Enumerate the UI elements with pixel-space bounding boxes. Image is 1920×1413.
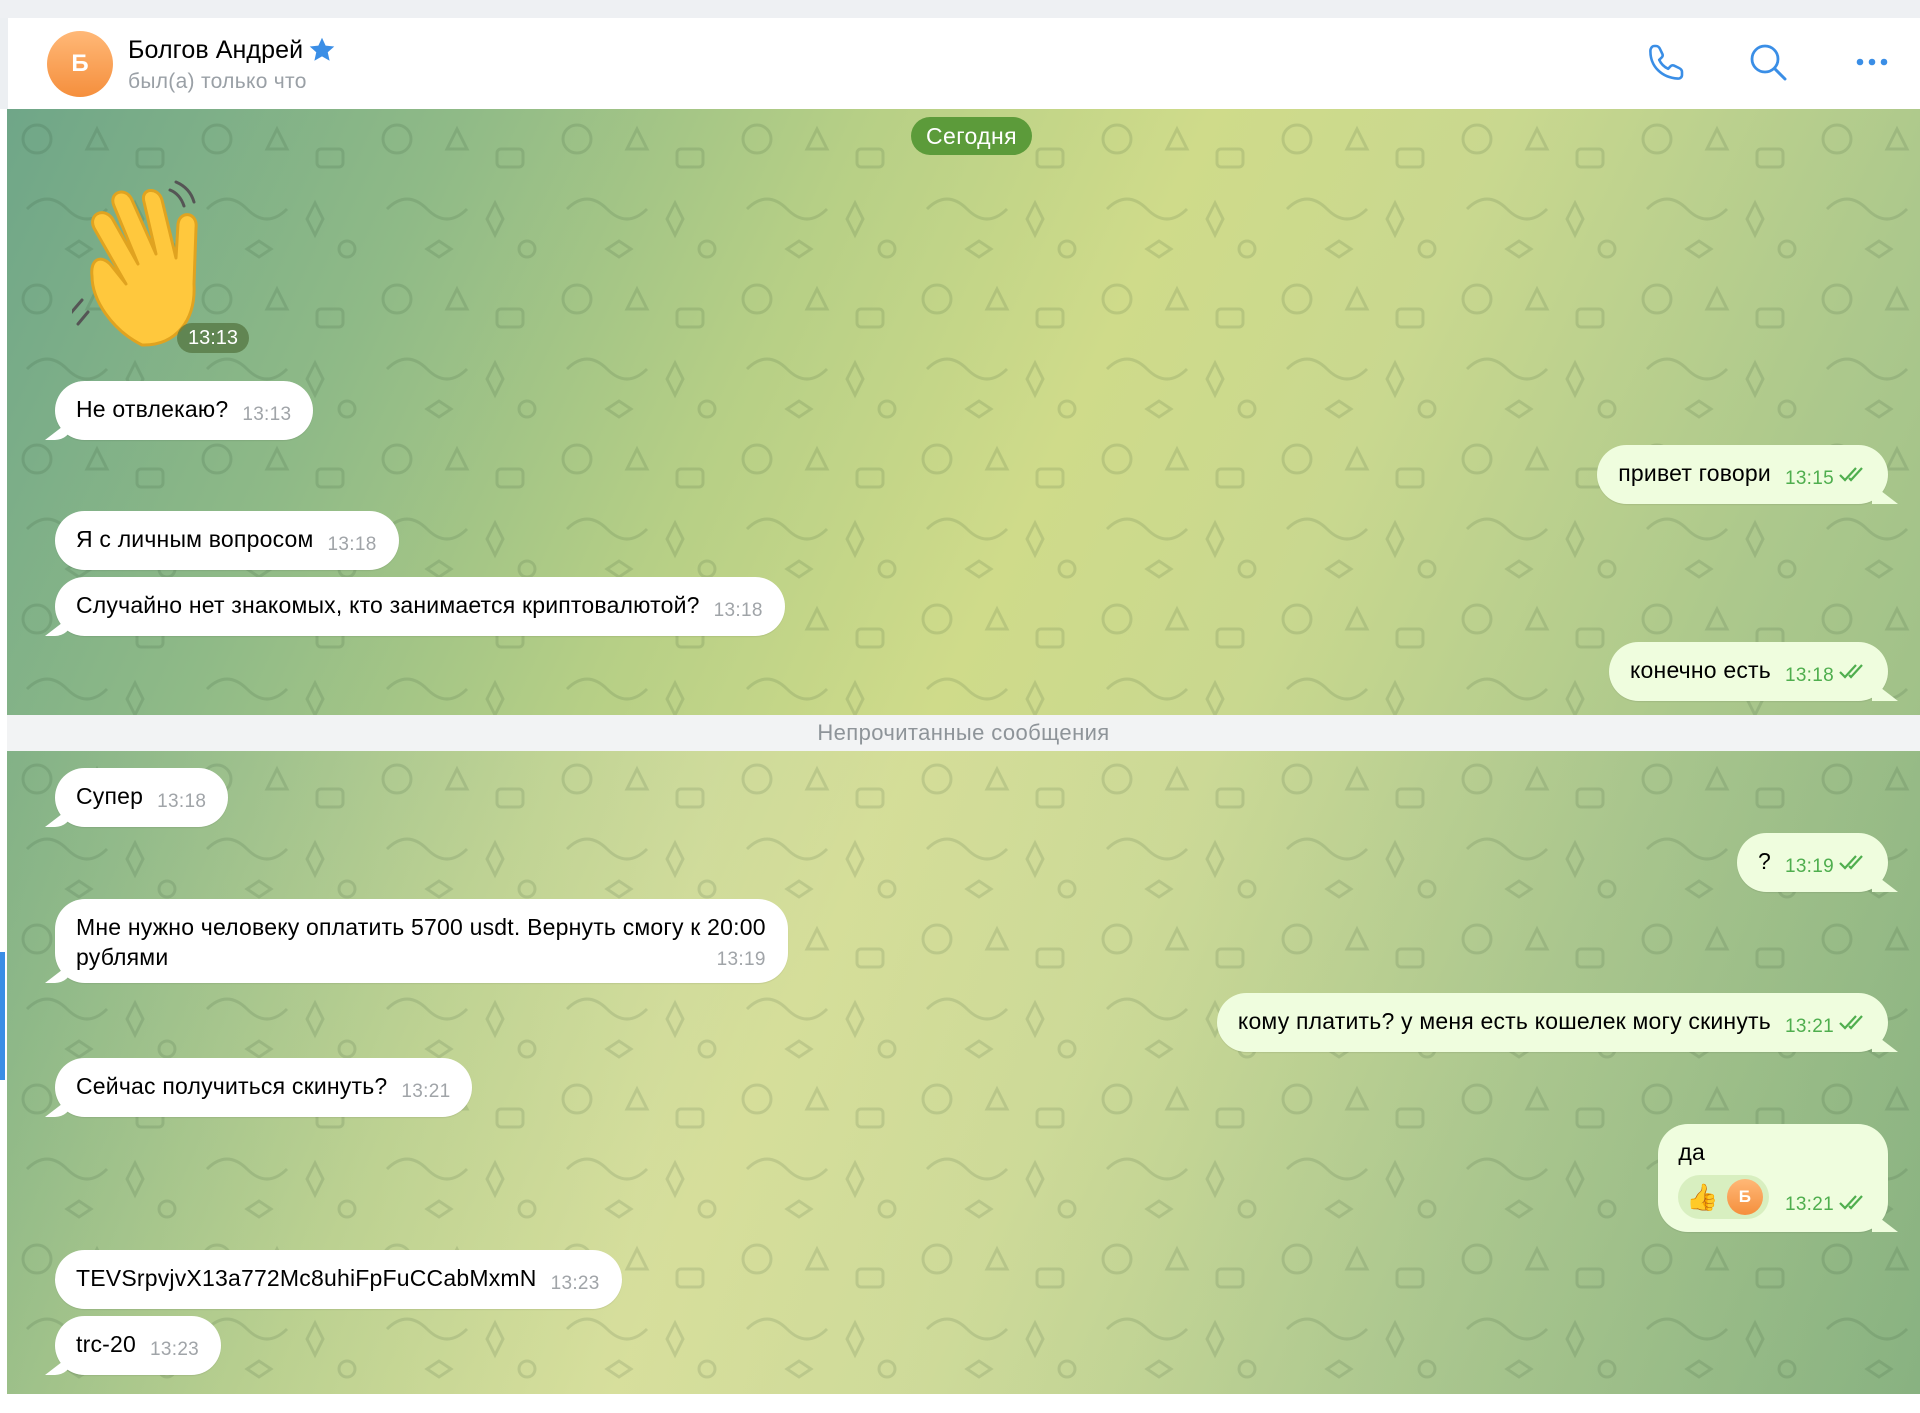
message-time: 13:21 xyxy=(1784,1016,1834,1037)
message-incoming[interactable]: Случайно нет знакомых, кто занимается кр… xyxy=(55,577,785,636)
message-time: 13:18 xyxy=(327,534,377,555)
phone-icon[interactable] xyxy=(1642,38,1690,86)
message-text: Случайно нет знакомых, кто занимается кр… xyxy=(76,592,700,618)
message-text: Не отвлекаю? xyxy=(76,396,229,422)
double-check-icon xyxy=(1839,855,1863,870)
message-text: trc-20 xyxy=(76,1331,136,1357)
message-bubble: ? 13:19 xyxy=(1736,833,1888,892)
more-icon[interactable] xyxy=(1848,38,1896,86)
message-time: 13:18 xyxy=(1784,665,1834,686)
message-text: привет говори xyxy=(1618,460,1771,486)
search-icon[interactable] xyxy=(1744,38,1792,86)
message-bubble: Мне нужно человеку оплатить 5700 usdt. В… xyxy=(55,899,788,983)
chat-background[interactable] xyxy=(7,109,1920,1394)
message-bubble: trc-20 13:23 xyxy=(55,1316,222,1375)
message-text: Я с личным вопросом xyxy=(76,526,314,552)
contact-name[interactable]: Болгов Андрей xyxy=(128,36,303,65)
last-seen-status: был(а) только что xyxy=(128,70,307,93)
message-text: Супер xyxy=(76,783,144,809)
double-check-icon xyxy=(1839,664,1863,679)
message-bubble: Сейчас получиться скинуть? 13:21 xyxy=(55,1058,473,1117)
message-outgoing[interactable]: ? 13:19 xyxy=(1736,833,1888,892)
sticker-time: 13:13 xyxy=(177,323,250,353)
wallpaper-pattern xyxy=(7,109,1920,1394)
message-time: 13:23 xyxy=(550,1273,600,1294)
reaction-chip[interactable]: 👍 Б xyxy=(1678,1175,1769,1219)
message-bubble: Супер 13:18 xyxy=(55,768,229,827)
top-strip xyxy=(0,0,1920,18)
message-outgoing[interactable]: конечно есть 13:18 xyxy=(1609,642,1888,701)
message-incoming[interactable]: Супер 13:18 xyxy=(55,768,229,827)
bottom-strip xyxy=(0,1394,1920,1413)
message-incoming[interactable]: Я с личным вопросом 13:18 xyxy=(55,511,399,570)
message-text: Сейчас получиться скинуть? xyxy=(76,1073,388,1099)
message-bubble: Случайно нет знакомых, кто занимается кр… xyxy=(55,577,785,636)
message-incoming[interactable]: trc-20 13:23 xyxy=(55,1316,222,1375)
star-icon xyxy=(307,35,337,65)
reaction-avatar: Б xyxy=(1726,1179,1763,1215)
message-time: 13:13 xyxy=(242,404,292,425)
avatar[interactable]: Б xyxy=(47,31,113,97)
message-text: конечно есть xyxy=(1630,657,1771,683)
message-bubble: TEVSrpvjvX13a772Mc8uhiFpFuCCabMxmN 13:23 xyxy=(55,1250,622,1309)
date-separator: Сегодня xyxy=(911,117,1032,155)
message-text: ? xyxy=(1757,848,1771,874)
double-check-icon xyxy=(1839,1195,1863,1210)
message-time: 13:18 xyxy=(713,600,763,621)
message-time: 13:18 xyxy=(157,791,207,812)
message-bubble: конечно есть 13:18 xyxy=(1609,642,1888,701)
message-time: 13:19 xyxy=(716,949,766,970)
message-bubble: привет говори 13:15 xyxy=(1597,445,1888,504)
message-incoming[interactable]: TEVSrpvjvX13a772Mc8uhiFpFuCCabMxmN 13:23 xyxy=(55,1250,622,1309)
message-bubble: Я с личным вопросом 13:18 xyxy=(55,511,399,570)
message-time: 13:21 xyxy=(401,1081,451,1102)
message-time: 13:15 xyxy=(1784,468,1834,489)
message-outgoing-with-reaction[interactable]: да 👍 Б 13:21 xyxy=(1658,1124,1888,1232)
title-row: Болгов Андрей xyxy=(128,33,337,67)
message-text-continued: рублями xyxy=(76,944,169,970)
message-time: 13:23 xyxy=(150,1339,200,1360)
message-incoming[interactable]: Не отвлекаю? 13:13 xyxy=(55,381,314,440)
double-check-icon xyxy=(1839,467,1863,482)
message-bubble: да 👍 Б 13:21 xyxy=(1658,1124,1888,1232)
chat-header: Б Болгов Андрей был(а) только что xyxy=(8,18,1920,110)
message-outgoing[interactable]: привет говори 13:15 xyxy=(1597,445,1888,504)
message-outgoing[interactable]: кому платить? у меня есть кошелек могу с… xyxy=(1216,993,1888,1052)
message-time: 13:21 xyxy=(1784,1194,1834,1215)
thumbs-up-icon: 👍 xyxy=(1686,1182,1719,1212)
message-text: Мне нужно человеку оплатить 5700 usdt. В… xyxy=(76,914,766,940)
selection-marker xyxy=(0,952,5,1080)
message-bubble: Не отвлекаю? 13:13 xyxy=(55,381,314,440)
left-edge xyxy=(0,109,7,1413)
message-time: 13:19 xyxy=(1784,856,1834,877)
message-incoming[interactable]: Сейчас получиться скинуть? 13:21 xyxy=(55,1058,473,1117)
double-check-icon xyxy=(1839,1015,1863,1030)
message-text: кому платить? у меня есть кошелек могу с… xyxy=(1237,1008,1771,1034)
message-text: TEVSrpvjvX13a772Mc8uhiFpFuCCabMxmN xyxy=(76,1265,537,1291)
chat-window: Б Болгов Андрей был(а) только что Сегодн… xyxy=(0,0,1920,1413)
message-bubble: кому платить? у меня есть кошелек могу с… xyxy=(1216,993,1888,1052)
message-text: да xyxy=(1678,1139,1705,1165)
unread-separator: Непрочитанные сообщения xyxy=(7,715,1920,751)
message-incoming[interactable]: Мне нужно человеку оплатить 5700 usdt. В… xyxy=(55,899,788,983)
